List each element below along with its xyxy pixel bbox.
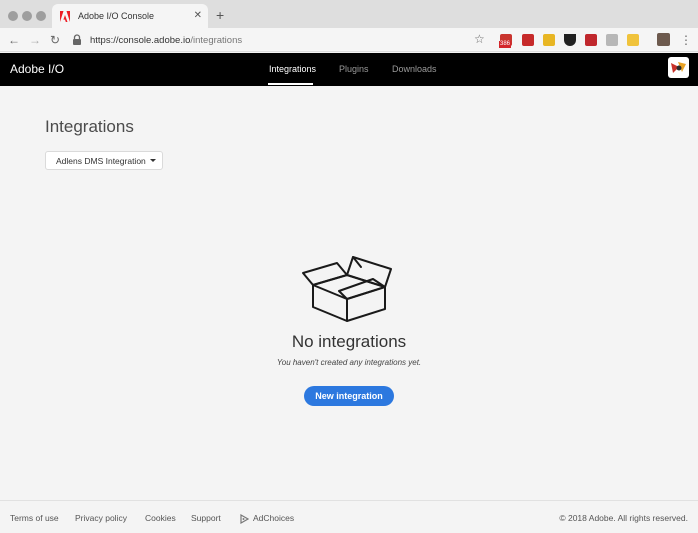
organization-dropdown[interactable]: Adlens DMS Integration (45, 151, 163, 170)
tab-close-icon[interactable]: ✕ (194, 10, 202, 22)
reload-button[interactable]: ↻ (50, 33, 60, 47)
user-avatar[interactable] (668, 57, 689, 78)
open-box-icon (302, 256, 392, 322)
maximize-window-button[interactable] (36, 11, 46, 21)
app-header: Adobe I/O Integrations Plugins Downloads (0, 53, 698, 86)
browser-toolbar: ← → ↻ https://console.adobe.io/integrati… (0, 28, 698, 52)
organization-dropdown-label: Adlens DMS Integration (56, 155, 146, 166)
empty-state-subtitle: You haven't created any integrations yet… (276, 358, 422, 367)
footer-link-cookies[interactable]: Cookies (145, 513, 176, 523)
footer-link-terms[interactable]: Terms of use (10, 513, 59, 523)
browser-titlebar: Adobe I/O Console ✕ + (0, 0, 698, 28)
page-title: Integrations (45, 117, 134, 136)
footer-link-privacy[interactable]: Privacy policy (75, 513, 127, 523)
url-path: /integrations (190, 34, 243, 46)
extension-icon-gray[interactable] (606, 34, 618, 46)
footer: Terms of use Privacy policy Cookies Supp… (0, 500, 698, 533)
copyright-text: © 2018 Adobe. All rights reserved. (559, 513, 688, 523)
user-avatar-icon (671, 62, 686, 73)
close-window-button[interactable] (8, 11, 18, 21)
footer-link-adchoices[interactable]: AdChoices (253, 513, 294, 523)
url-base: https://console.adobe.io (90, 34, 191, 46)
url-text: https://console.adobe.io/integrations (90, 35, 242, 46)
brand-logo[interactable]: Adobe I/O (10, 62, 64, 76)
new-integration-button-label: New integration (315, 391, 383, 401)
adchoices-icon[interactable] (240, 514, 249, 524)
forward-button[interactable]: → (29, 33, 41, 47)
footer-link-support[interactable]: Support (191, 513, 221, 523)
back-button[interactable]: ← (8, 33, 20, 47)
active-nav-indicator (268, 83, 313, 85)
nav-plugins[interactable]: Plugins (339, 64, 369, 74)
adobe-logo-icon (60, 10, 70, 22)
extension-icon-yellow[interactable] (543, 34, 555, 46)
chevron-down-icon (149, 159, 156, 162)
lastpass-extension-icon[interactable] (522, 34, 534, 46)
extension-icon-red[interactable] (585, 34, 597, 46)
browser-tab[interactable]: Adobe I/O Console ✕ (52, 4, 208, 28)
empty-state-title: No integrations (291, 332, 407, 351)
extension-icon-dark[interactable] (564, 34, 576, 46)
minimize-window-button[interactable] (22, 11, 32, 21)
profile-avatar[interactable] (657, 33, 670, 46)
nav-downloads[interactable]: Downloads (392, 64, 437, 74)
bookmark-star-icon[interactable]: ☆ (474, 32, 485, 46)
browser-menu-icon[interactable]: ⋮ (680, 33, 692, 47)
tab-title: Adobe I/O Console (78, 11, 155, 21)
new-tab-button[interactable]: + (216, 8, 224, 22)
extension-badge: 386 (499, 41, 512, 48)
new-integration-button[interactable]: New integration (304, 386, 394, 406)
nav-integrations[interactable]: Integrations (269, 64, 316, 74)
extension-icon-notes[interactable] (627, 34, 639, 46)
lock-icon (73, 34, 81, 45)
address-bar[interactable]: https://console.adobe.io/integrations (72, 31, 492, 49)
